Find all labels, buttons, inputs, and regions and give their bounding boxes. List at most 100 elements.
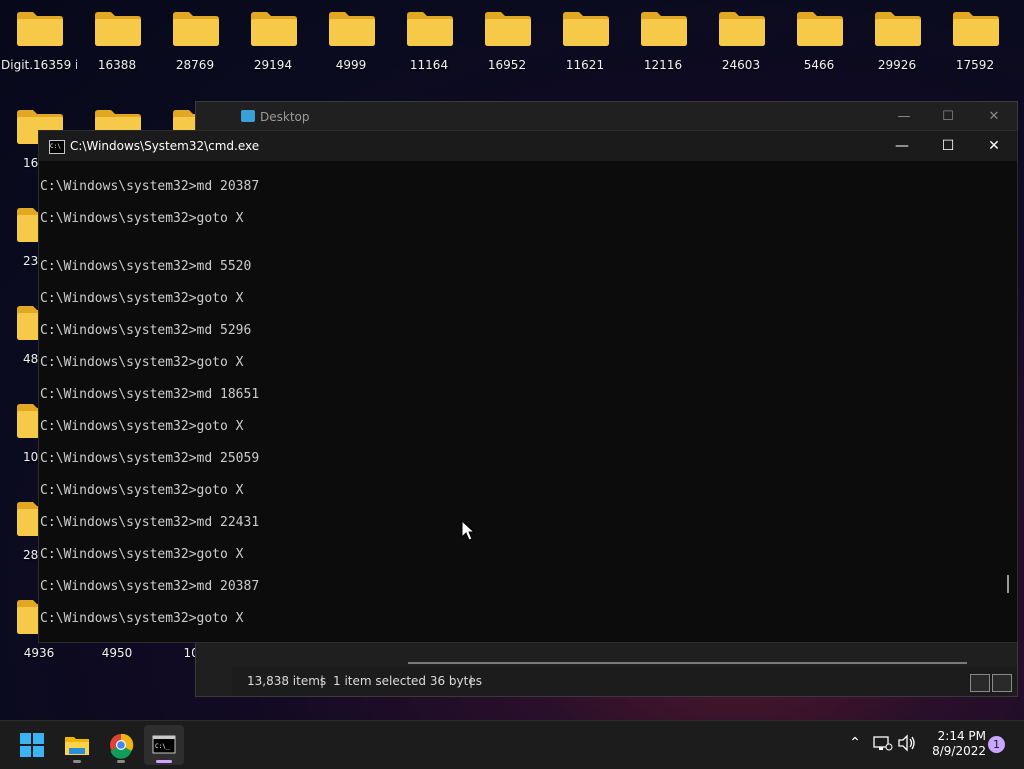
desktop-folder[interactable]: Digit.16359 inter [1, 0, 77, 76]
explorer-horizontal-scrollbar[interactable] [408, 662, 967, 664]
console-line: C:\Windows\system32>md 18651 [40, 387, 260, 402]
details-view-icon[interactable] [970, 674, 990, 692]
console-line: C:\Windows\system32>md 22431 [40, 515, 260, 530]
console-line: C:\Windows\system32>md 25059 [40, 451, 260, 466]
status-separator: | [320, 674, 325, 688]
desktop-folder[interactable]: 11164 [391, 0, 467, 76]
console-line: C:\Windows\system32>goto X [40, 611, 244, 626]
folder-icon [719, 12, 765, 46]
cmd-minimize-button[interactable]: — [879, 131, 925, 161]
console-line: C:\Windows\system32>goto X [40, 547, 244, 562]
console-line: C:\Windows\system32>goto X [40, 355, 244, 370]
windows-start-icon [20, 733, 44, 757]
explorer-maximize-button[interactable]: ☐ [928, 106, 968, 128]
desktop-folder-label: 28769 [175, 58, 215, 72]
folder-icon [251, 12, 297, 46]
notification-badge[interactable]: 1 [988, 736, 1005, 753]
desktop-folder-label: 12116 [643, 58, 683, 72]
status-selection: 1 item selected 36 bytes [333, 674, 482, 688]
network-icon[interactable] [870, 731, 894, 755]
desktop-folder-label: 4999 [335, 58, 367, 72]
cmd-taskbar-button[interactable]: C:\_ [144, 725, 184, 765]
desktop-folder[interactable]: 24603 [703, 0, 779, 76]
clock-date: 8/9/2022 [932, 744, 986, 758]
folder-icon [329, 12, 375, 46]
volume-icon[interactable] [895, 731, 919, 755]
console-line: C:\Windows\system32>md 5296 [40, 323, 252, 338]
folder-icon [485, 12, 531, 46]
terminal-icon: C:\_ [152, 735, 176, 754]
desktop-folder-label: 4950 [101, 646, 133, 660]
desktop-folder[interactable]: 16388 [79, 0, 155, 76]
desktop-folder-label: 16388 [97, 58, 137, 72]
desktop-folder[interactable]: 12116 [625, 0, 701, 76]
desktop-folder[interactable]: 28769 [157, 0, 233, 76]
show-hidden-icons-chevron-icon[interactable]: ⌃ [843, 731, 867, 755]
desktop-folder[interactable]: 11621 [547, 0, 623, 76]
desktop-folder-label: 16952 [487, 58, 527, 72]
desktop-folder-label: 11621 [565, 58, 605, 72]
cmd-console-output[interactable]: C:\Windows\system32>md 20387 C:\Windows\s… [39, 161, 999, 642]
start-button[interactable] [12, 725, 52, 765]
file-explorer-icon [65, 737, 89, 755]
desktop-folder[interactable]: 16952 [469, 0, 545, 76]
status-separator: | [469, 674, 474, 688]
folder-icon [641, 12, 687, 46]
desktop-folder-label: 4936 [23, 646, 55, 660]
taskbar-clock[interactable]: 2:14 PM 8/9/2022 [920, 729, 986, 759]
folder-icon [563, 12, 609, 46]
desktop-folder[interactable]: 29194 [235, 0, 311, 76]
folder-icon [953, 12, 999, 46]
console-line: C:\Windows\system32>md 20387 [40, 179, 260, 194]
desktop-folder-label: 29194 [253, 58, 293, 72]
chrome-icon [110, 733, 134, 759]
desktop-folder[interactable]: 29926 [859, 0, 935, 76]
explorer-title: Desktop [260, 110, 310, 124]
folder-icon [407, 12, 453, 46]
console-line: C:\Windows\system32>goto X [40, 291, 244, 306]
svg-text:C:\_: C:\_ [155, 743, 170, 750]
desktop-folder-label: 11164 [409, 58, 449, 72]
cmd-window[interactable]: C:\ C:\Windows\System32\cmd.exe — ☐ ✕ C:… [38, 130, 1018, 643]
console-line: C:\Windows\system32>goto X [40, 483, 244, 498]
file-explorer-taskbar-button[interactable] [57, 725, 97, 765]
folder-icon [95, 12, 141, 46]
cmd-maximize-button[interactable]: ☐ [925, 131, 971, 161]
cmd-titlebar[interactable]: C:\ C:\Windows\System32\cmd.exe — ☐ ✕ [39, 131, 1017, 161]
console-line: C:\Windows\system32>md 5520 [40, 259, 252, 274]
taskbar: C:\_ ⌃ 2:14 PM 8/9/2022 1 [0, 720, 1024, 769]
desktop-folder[interactable]: 4999 [313, 0, 389, 76]
mouse-pointer-icon [461, 520, 475, 541]
explorer-minimize-button[interactable]: — [884, 106, 924, 128]
cmd-scrollbar-thumb[interactable] [1007, 575, 1009, 593]
cmd-title: C:\Windows\System32\cmd.exe [70, 139, 260, 153]
console-line: C:\Windows\system32>goto X [40, 419, 244, 434]
explorer-close-button[interactable]: ✕ [974, 106, 1014, 128]
cmd-close-button[interactable]: ✕ [971, 131, 1017, 161]
explorer-titlebar[interactable]: Desktop — ☐ ✕ [196, 102, 1017, 132]
desktop-folder[interactable]: 17592 [937, 0, 1013, 76]
large-icons-view-icon[interactable] [992, 674, 1012, 692]
cmd-vertical-scrollbar[interactable] [999, 161, 1017, 642]
running-indicator [117, 760, 125, 763]
folder-icon [17, 12, 63, 46]
desktop-folder-label: 5466 [803, 58, 835, 72]
folder-icon [797, 12, 843, 46]
folder-icon [875, 12, 921, 46]
desktop-folder-label: 29926 [877, 58, 917, 72]
folder-icon [173, 12, 219, 46]
running-indicator [73, 760, 81, 763]
desktop-folder-label: 17592 [955, 58, 995, 72]
console-line: C:\Windows\system32>md 20387 [40, 579, 260, 594]
explorer-statusbar: 13,838 items | 1 item selected 36 bytes … [232, 666, 1017, 696]
desktop-folder-label: Digit.16359 inter [1, 58, 77, 72]
console-line: C:\Windows\system32>goto X [40, 211, 244, 226]
clock-time: 2:14 PM [937, 729, 986, 743]
status-item-count: 13,838 items [247, 674, 327, 688]
desktop-folder[interactable]: 5466 [781, 0, 857, 76]
active-window-indicator [156, 760, 172, 763]
cmd-app-icon: C:\ [49, 140, 65, 154]
chrome-taskbar-button[interactable] [101, 725, 141, 765]
desktop-folder-label: 24603 [721, 58, 761, 72]
desktop-folder-icon [241, 110, 255, 122]
